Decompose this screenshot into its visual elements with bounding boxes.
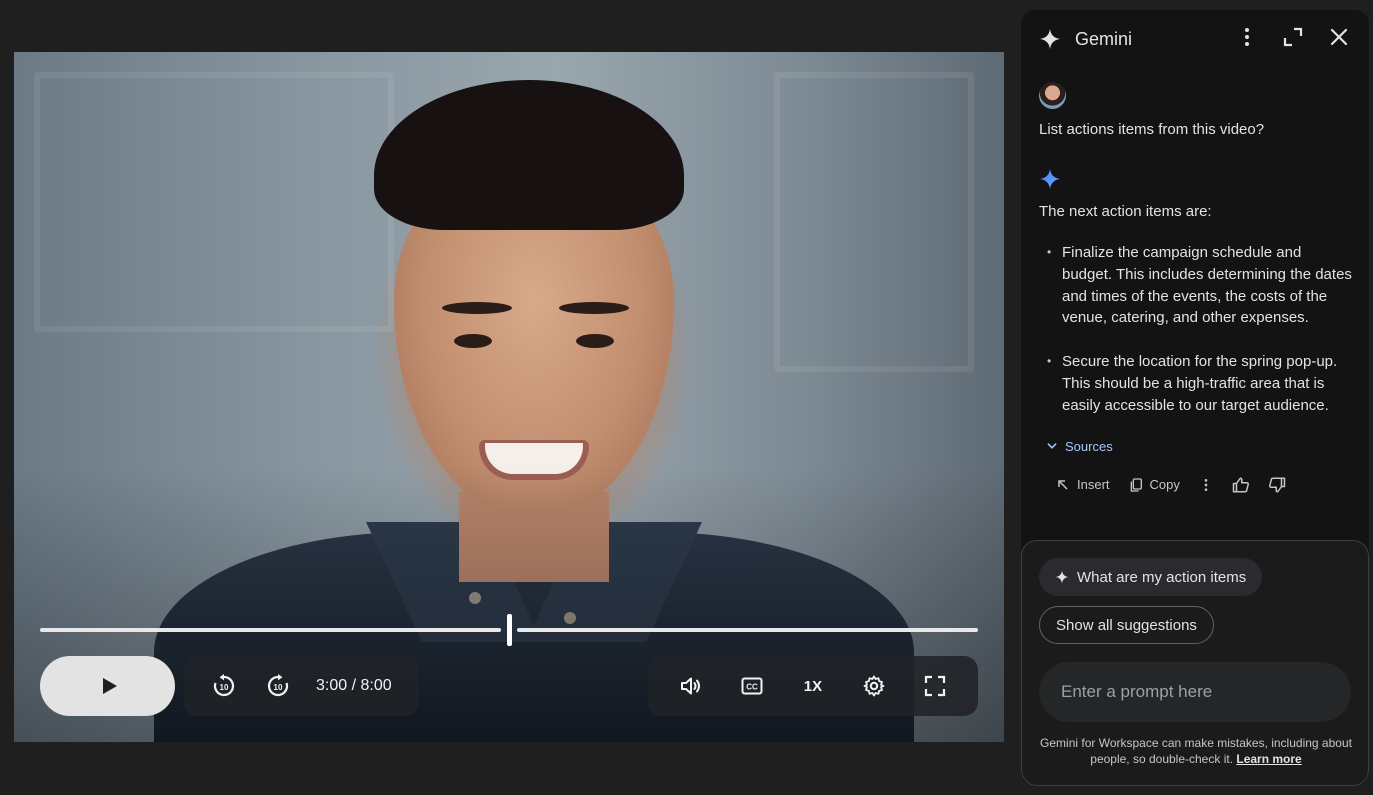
volume-icon <box>680 677 700 695</box>
insert-icon <box>1058 479 1068 490</box>
forward-10-button[interactable]: 10 <box>262 670 294 702</box>
replay-10-icon: 10 <box>213 674 235 697</box>
svg-text:10: 10 <box>220 683 229 692</box>
thumbs-down-icon <box>1268 477 1286 493</box>
forward-10-icon: 10 <box>267 674 289 697</box>
close-icon <box>1330 28 1348 45</box>
more-vert-icon <box>1204 478 1208 491</box>
prompt-input[interactable] <box>1039 662 1351 722</box>
response-actions: Insert Copy <box>1039 476 1354 494</box>
progress-remaining <box>517 628 978 632</box>
time-display: 3:00 / 8:00 <box>316 677 392 694</box>
copy-icon <box>1130 477 1142 492</box>
chat-thread: List actions items from this video? The … <box>1039 82 1354 494</box>
suggestion-chip-action-items[interactable]: What are my action items <box>1039 558 1263 596</box>
gemini-side-panel: Gemini List actions items from this vide… <box>1021 10 1369 786</box>
progress-played <box>40 628 501 632</box>
sources-label: Sources <box>1065 438 1113 454</box>
show-all-suggestions-button[interactable]: Show all suggestions <box>1039 606 1214 644</box>
sparkle-icon <box>1039 28 1061 50</box>
insert-label: Insert <box>1077 477 1110 493</box>
playback-controls: 10 10 3:00 / 8:00 <box>184 656 419 716</box>
response-more-button[interactable] <box>1198 477 1214 493</box>
closed-captions-icon: CC <box>741 677 763 695</box>
copy-label: Copy <box>1149 477 1180 493</box>
thumbs-up-icon <box>1232 477 1249 493</box>
close-panel-button[interactable] <box>1327 25 1351 54</box>
suggestions-sheet: What are my action items Show all sugges… <box>1021 540 1369 786</box>
captions-button[interactable]: CC <box>736 670 768 702</box>
fullscreen-icon <box>925 675 946 697</box>
answer-intro: The next action items are: <box>1039 203 1212 220</box>
gemini-response-marker <box>1039 168 1354 195</box>
settings-button[interactable] <box>858 670 890 702</box>
disclaimer: Gemini for Workspace can make mistakes, … <box>1036 735 1356 767</box>
list-item: Secure the location for the spring pop-u… <box>1039 351 1354 416</box>
fullscreen-button[interactable] <box>919 670 951 702</box>
insert-button[interactable]: Insert <box>1055 477 1110 493</box>
copy-button[interactable]: Copy <box>1128 477 1180 493</box>
thumbs-down-button[interactable] <box>1268 476 1286 494</box>
progress-scrubber[interactable] <box>507 614 512 646</box>
more-options-button[interactable] <box>1235 25 1259 54</box>
sparkle-icon <box>1055 570 1069 584</box>
panel-title: Gemini <box>1075 28 1133 49</box>
video-progress-bar[interactable] <box>40 614 978 646</box>
suggestion-chip-label: What are my action items <box>1077 568 1247 586</box>
list-item: Finalize the campaign schedule and budge… <box>1039 242 1354 329</box>
chevron-down-icon <box>1047 443 1057 449</box>
playback-speed-label: 1X <box>803 677 823 695</box>
disclaimer-text: Gemini for Workspace can make mistakes, … <box>1040 736 1352 766</box>
sources-toggle[interactable]: Sources <box>1045 439 1354 454</box>
panel-header-actions <box>1235 25 1351 54</box>
show-all-suggestions-label: Show all suggestions <box>1056 616 1197 634</box>
thumbs-up-button[interactable] <box>1232 476 1250 494</box>
rewind-10-button[interactable]: 10 <box>208 670 240 702</box>
action-items-list: Finalize the campaign schedule and budge… <box>1039 242 1354 417</box>
expand-panel-button[interactable] <box>1281 25 1305 54</box>
more-vert-icon <box>1245 27 1249 46</box>
gemini-sparkle-icon <box>1039 168 1061 190</box>
playback-speed-button[interactable]: 1X <box>797 670 829 702</box>
expand-icon <box>1283 27 1303 46</box>
user-message: List actions items from this video? <box>1039 121 1265 138</box>
avatar <box>1039 82 1066 109</box>
svg-text:CC: CC <box>746 683 758 692</box>
svg-text:10: 10 <box>274 683 283 692</box>
volume-button[interactable] <box>675 670 707 702</box>
panel-header: Gemini <box>1021 10 1369 68</box>
player-settings-controls: CC 1X <box>648 656 978 716</box>
play-icon <box>102 678 117 694</box>
learn-more-link[interactable]: Learn more <box>1236 752 1301 766</box>
play-button[interactable] <box>40 656 175 716</box>
gear-icon <box>863 675 885 697</box>
